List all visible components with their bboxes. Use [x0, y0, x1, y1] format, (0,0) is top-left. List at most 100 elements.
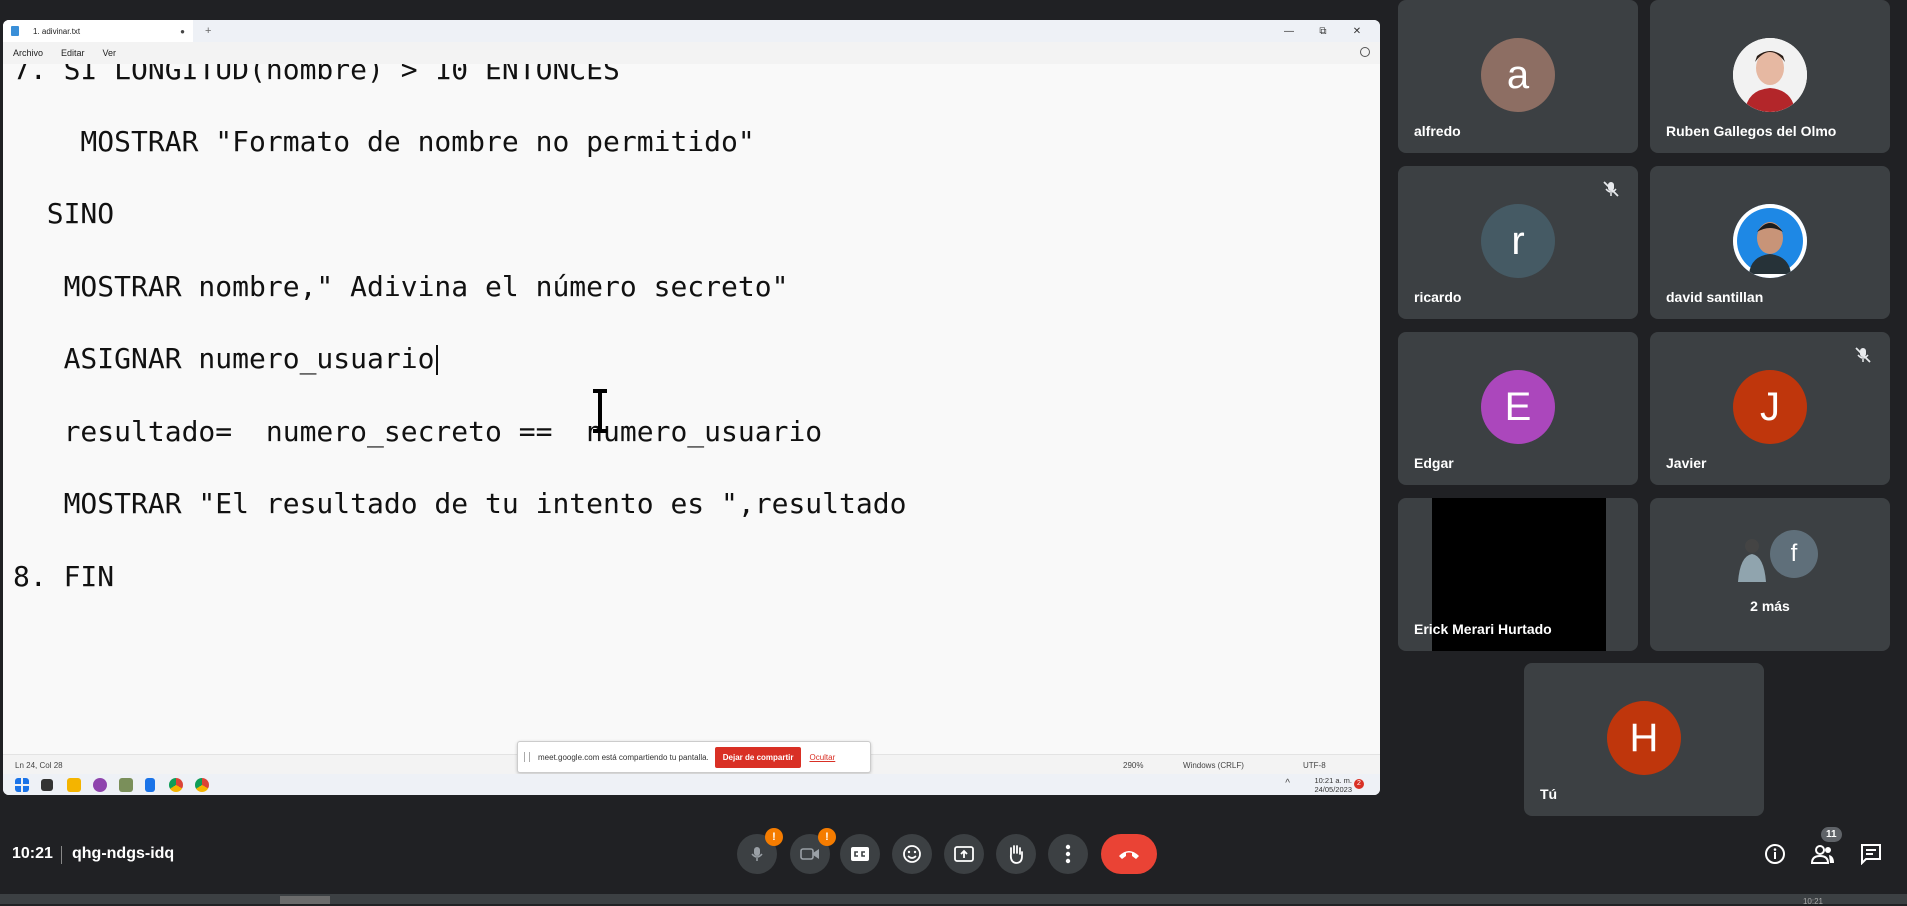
- avatar: f: [1770, 530, 1818, 578]
- notepad-titlebar: 1. adivinar.txt ● + — ⧉ ✕: [3, 20, 1380, 42]
- code-line-with-caret: ASIGNAR numero_usuario: [13, 342, 439, 375]
- task-view-icon[interactable]: [41, 779, 53, 791]
- emoji-icon: [903, 845, 921, 863]
- menu-editar[interactable]: Editar: [61, 48, 85, 58]
- avatar-initial: r: [1511, 218, 1525, 263]
- avatar-initial: E: [1504, 384, 1532, 429]
- file-explorer-icon[interactable]: [67, 778, 81, 792]
- scrollbar-thumb[interactable]: [280, 896, 330, 904]
- self-tile[interactable]: H Tú: [1524, 663, 1764, 816]
- settings-icon[interactable]: [1360, 47, 1370, 57]
- captions-button[interactable]: [840, 834, 880, 874]
- avatar: J: [1733, 370, 1807, 444]
- taskbar-date: 24/05/2023: [1314, 785, 1352, 794]
- person-photo-icon: [1733, 204, 1807, 278]
- divider: [61, 846, 62, 864]
- menu-archivo[interactable]: Archivo: [13, 48, 43, 58]
- camera-icon: [800, 848, 819, 860]
- maximize-button[interactable]: ⧉: [1306, 26, 1340, 37]
- menu-ver[interactable]: Ver: [103, 48, 117, 58]
- avatar: r: [1481, 204, 1555, 278]
- participant-name: ricardo: [1414, 289, 1462, 305]
- participant-tile[interactable]: J Javier: [1650, 332, 1890, 485]
- meeting-info-button[interactable]: [1762, 841, 1788, 867]
- chat-button[interactable]: [1858, 841, 1884, 867]
- stop-sharing-button[interactable]: Dejar de compartir: [714, 746, 802, 768]
- notepad-taskbar-icon[interactable]: [145, 778, 155, 792]
- tray-overflow-icon[interactable]: ^: [1285, 778, 1290, 789]
- mic-off-icon: [1855, 347, 1871, 363]
- chrome-icon[interactable]: [195, 778, 209, 792]
- minimize-button[interactable]: —: [1272, 26, 1306, 37]
- chrome-icon[interactable]: [169, 778, 183, 792]
- notification-badge[interactable]: 2: [1354, 779, 1364, 789]
- more-options-button[interactable]: [1048, 834, 1088, 874]
- text-editor[interactable]: 7. SI LONGITUD(nombre) > 10 ENTONCES MOS…: [3, 64, 1380, 754]
- participant-tile[interactable]: david santillan: [1650, 166, 1890, 319]
- avatar-initial: J: [1760, 384, 1780, 429]
- participant-name: Edgar: [1414, 455, 1454, 471]
- hide-share-bar-link[interactable]: Ocultar: [809, 753, 835, 762]
- tab-unsaved-icon[interactable]: ●: [180, 27, 185, 36]
- mic-button[interactable]: !: [737, 828, 783, 874]
- people-button[interactable]: 11: [1810, 827, 1842, 867]
- mic-icon: [751, 847, 763, 861]
- chat-icon: [1861, 844, 1881, 865]
- new-tab-button[interactable]: +: [205, 25, 211, 37]
- participant-name: Erick Merari Hurtado: [1414, 621, 1552, 637]
- camera-button[interactable]: !: [790, 828, 836, 874]
- avatar-photo: [1733, 204, 1807, 278]
- participant-tile[interactable]: Erick Merari Hurtado: [1398, 498, 1638, 651]
- raise-hand-button[interactable]: [996, 834, 1036, 874]
- end-call-button[interactable]: [1101, 834, 1157, 874]
- avatar-initial: f: [1790, 540, 1798, 567]
- taskbar-clock[interactable]: 10:21 a. m. 24/05/2023: [1314, 776, 1352, 794]
- warning-badge: !: [765, 828, 783, 846]
- participant-tile[interactable]: E Edgar: [1398, 332, 1638, 485]
- person-photo-icon: [1738, 539, 1766, 582]
- participant-count: 11: [1821, 827, 1842, 842]
- participant-name: Tú: [1540, 786, 1558, 802]
- code-line: 8. FIN: [13, 560, 115, 593]
- code-line: resultado= numero_secreto == numero_usua…: [13, 415, 823, 448]
- ibeam-cursor-icon: [593, 389, 607, 433]
- encoding: UTF-8: [1303, 761, 1326, 770]
- end-call-icon: [1119, 851, 1139, 859]
- mic-off-icon: [1603, 181, 1619, 197]
- participant-tile[interactable]: Ruben Gallegos del Olmo: [1650, 0, 1890, 153]
- screen-share-bar: meet.google.com está compartiendo tu pan…: [517, 741, 871, 773]
- menubar: Archivo Editar Ver: [3, 42, 1380, 64]
- avatar-initial: H: [1629, 715, 1659, 760]
- code-line: ASIGNAR numero_usuario: [13, 342, 435, 375]
- participant-tile[interactable]: r ricardo: [1398, 166, 1638, 319]
- warning-badge: !: [818, 828, 836, 846]
- present-icon: [954, 846, 974, 862]
- meeting-clock: 10:21: [12, 845, 53, 862]
- emoji-button[interactable]: [892, 834, 932, 874]
- windows-start-icon[interactable]: [15, 778, 29, 792]
- close-button[interactable]: ✕: [1340, 26, 1374, 37]
- code-line: SINO: [13, 197, 115, 230]
- present-button[interactable]: [944, 834, 984, 874]
- participant-tile[interactable]: a alfredo: [1398, 0, 1638, 153]
- avatar: H: [1607, 701, 1681, 775]
- windows-taskbar: ^ 10:21 a. m. 24/05/2023 2: [3, 774, 1380, 795]
- avatar: E: [1481, 370, 1555, 444]
- raise-hand-icon: [1009, 845, 1023, 864]
- code-line: MOSTRAR nombre," Adivina el número secre…: [13, 270, 789, 303]
- drag-handle-icon[interactable]: [524, 752, 530, 762]
- app-icon[interactable]: [119, 778, 133, 792]
- more-participants-label: 2 más: [1750, 598, 1790, 614]
- text-caret: [436, 345, 439, 375]
- person-photo-icon: [1733, 38, 1807, 112]
- captions-icon: [851, 847, 869, 861]
- app-icon[interactable]: [93, 778, 107, 792]
- window-controls: — ⧉ ✕: [1272, 20, 1374, 42]
- avatar: a: [1481, 38, 1555, 112]
- code-line: 7. SI LONGITUD(nombre) > 10 ENTONCES: [13, 64, 620, 86]
- notepad-tab[interactable]: 1. adivinar.txt ●: [3, 20, 193, 42]
- more-participants-tile[interactable]: f 2 más: [1650, 498, 1890, 651]
- people-icon: [1811, 845, 1834, 864]
- participant-name: Ruben Gallegos del Olmo: [1666, 123, 1837, 139]
- avatar-initial: a: [1506, 52, 1530, 97]
